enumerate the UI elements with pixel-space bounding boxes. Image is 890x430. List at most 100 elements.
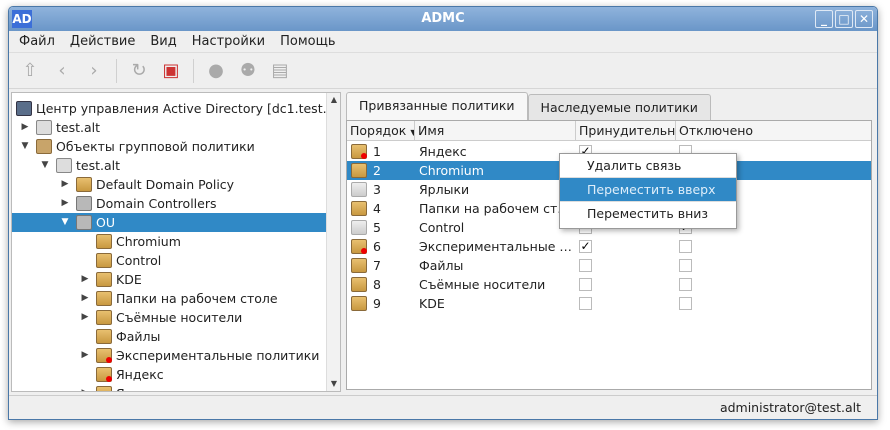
current-user: administrator@test.alt <box>719 400 861 415</box>
main-window: AD ADMC _ □ ✕ Файл Действие Вид Настройк… <box>8 6 878 420</box>
create-ou-icon[interactable]: ▤ <box>267 58 293 84</box>
tree-item-label: Съёмные носители <box>116 310 243 325</box>
menu-bar: Файл Действие Вид Настройки Помощь <box>9 31 877 53</box>
maximize-button[interactable]: □ <box>835 10 853 28</box>
tab-inherited-policies[interactable]: Наследуемые политики <box>527 94 711 120</box>
expand-arrow-icon[interactable]: ▶ <box>20 118 30 137</box>
order-cell: 5 <box>373 220 381 235</box>
name-cell: Папки на рабочем столе <box>419 201 574 216</box>
disabled-checkbox[interactable] <box>679 278 692 291</box>
gpo-icon <box>351 220 367 235</box>
expand-arrow-icon[interactable]: ▶ <box>80 270 90 289</box>
tree-item[interactable]: ▶ Domain Controllers <box>12 194 328 213</box>
toolbar: ⇧ ‹ › ↻ ▣ ● ⚉ ▤ <box>9 53 877 89</box>
tree-item[interactable]: ▶ Default Domain Policy <box>12 175 328 194</box>
tree-scrollbar[interactable]: ▲ ▼ <box>326 93 340 391</box>
tree-item-label: Файлы <box>116 329 161 344</box>
collapse-arrow-icon[interactable]: ▼ <box>40 156 50 175</box>
tree-item[interactable]: ▶ Экспериментальные политики <box>12 346 328 365</box>
properties-icon[interactable]: ▣ <box>158 58 184 84</box>
tree-item[interactable]: Chromium <box>12 232 328 251</box>
menu-item-delete-link[interactable]: Удалить связь <box>560 154 736 178</box>
disabled-checkbox[interactable] <box>679 297 692 310</box>
column-disabled[interactable]: Отключено <box>676 121 873 141</box>
tree-item[interactable]: ▼ Объекты групповой политики <box>12 137 328 156</box>
gpo-icon <box>351 277 367 292</box>
create-group-icon[interactable]: ⚉ <box>235 58 261 84</box>
expand-arrow-icon[interactable]: ▶ <box>80 346 90 365</box>
gpo-icon <box>351 296 367 311</box>
comp-icon <box>16 101 32 116</box>
tree-item[interactable]: ▼ test.alt <box>12 156 328 175</box>
refresh-icon[interactable]: ↻ <box>126 58 152 84</box>
back-icon[interactable]: ‹ <box>49 58 75 84</box>
gpo-icon <box>96 310 112 325</box>
tab-linked-policies[interactable]: Привязанные политики <box>346 92 528 120</box>
expand-arrow-icon[interactable]: ▶ <box>60 175 70 194</box>
window-title: ADMC <box>421 11 465 26</box>
gpo-icon <box>96 348 112 363</box>
order-cell: 8 <box>373 277 381 292</box>
tree-item-label: Центр управления Active Directory [dc1.t… <box>36 101 341 116</box>
tree-item[interactable]: Центр управления Active Directory [dc1.t… <box>12 99 340 118</box>
menu-settings[interactable]: Настройки <box>192 34 265 49</box>
column-enforced[interactable]: Принудительно <box>576 121 676 141</box>
menu-action[interactable]: Действие <box>70 34 135 49</box>
menu-item-move-up[interactable]: Переместить вверх <box>560 178 736 202</box>
minimize-button[interactable]: _ <box>815 10 833 28</box>
order-cell: 6 <box>373 239 381 254</box>
app-logo: AD <box>12 10 32 28</box>
name-cell: Chromium <box>419 163 484 178</box>
enforced-checkbox[interactable] <box>579 278 592 291</box>
enforced-checkbox[interactable]: ✓ <box>579 240 592 253</box>
expand-arrow-icon[interactable]: ▶ <box>80 384 90 391</box>
menu-view[interactable]: Вид <box>150 34 176 49</box>
ou-icon <box>76 196 92 211</box>
forward-icon[interactable]: › <box>81 58 107 84</box>
expand-arrow-icon[interactable]: ▶ <box>80 289 90 308</box>
toolbar-separator <box>193 58 194 83</box>
tree-item[interactable]: Control <box>12 251 328 270</box>
srv-icon <box>56 158 72 173</box>
tree-item[interactable]: ▶ Съёмные носители <box>12 308 328 327</box>
results-pane: Привязанные политики Наследуемые политик… <box>346 92 874 392</box>
navigate-up-icon[interactable]: ⇧ <box>17 58 43 84</box>
tree-item[interactable]: ▶ KDE <box>12 270 328 289</box>
tree-item[interactable]: ▼ OU <box>12 213 328 232</box>
tree-item[interactable]: ▶ Ярлыки <box>12 384 328 391</box>
ou-icon <box>76 215 92 230</box>
collapse-arrow-icon[interactable]: ▼ <box>60 213 70 232</box>
scroll-down-icon[interactable]: ▼ <box>327 377 340 391</box>
disabled-checkbox[interactable] <box>679 240 692 253</box>
tree-item[interactable]: Яндекс <box>12 365 328 384</box>
tree-item[interactable]: ▶ test.alt <box>12 118 328 137</box>
disabled-checkbox[interactable] <box>679 259 692 272</box>
tree-item-label: Default Domain Policy <box>96 177 235 192</box>
expand-arrow-icon[interactable]: ▶ <box>60 194 70 213</box>
title-bar: AD ADMC _ □ ✕ <box>9 7 877 31</box>
gpo-icon <box>96 367 112 382</box>
menu-file[interactable]: Файл <box>19 34 55 49</box>
close-button[interactable]: ✕ <box>855 10 873 28</box>
console-tree[interactable]: Центр управления Active Directory [dc1.t… <box>11 92 341 392</box>
scroll-up-icon[interactable]: ▲ <box>327 93 340 107</box>
collapse-arrow-icon[interactable]: ▼ <box>20 137 30 156</box>
table-row[interactable]: 9 KDE <box>347 294 871 313</box>
order-cell: 9 <box>373 296 381 311</box>
table-row[interactable]: 6 Экспериментальные политики ✓ <box>347 237 871 256</box>
enforced-checkbox[interactable] <box>579 259 592 272</box>
expand-arrow-icon[interactable]: ▶ <box>80 308 90 327</box>
gpo-icon <box>76 177 92 192</box>
tree-item[interactable]: Файлы <box>12 327 328 346</box>
gpo-icon <box>351 163 367 178</box>
column-name[interactable]: Имя <box>415 121 576 141</box>
menu-item-move-down[interactable]: Переместить вниз <box>560 202 736 226</box>
enforced-checkbox[interactable] <box>579 297 592 310</box>
order-cell: 1 <box>373 144 381 159</box>
table-row[interactable]: 7 Файлы <box>347 256 871 275</box>
menu-help[interactable]: Помощь <box>280 34 335 49</box>
column-order[interactable]: Порядок ▼ <box>347 121 415 141</box>
table-row[interactable]: 8 Съёмные носители <box>347 275 871 294</box>
create-user-icon[interactable]: ● <box>203 58 229 84</box>
tree-item[interactable]: ▶ Папки на рабочем столе <box>12 289 328 308</box>
